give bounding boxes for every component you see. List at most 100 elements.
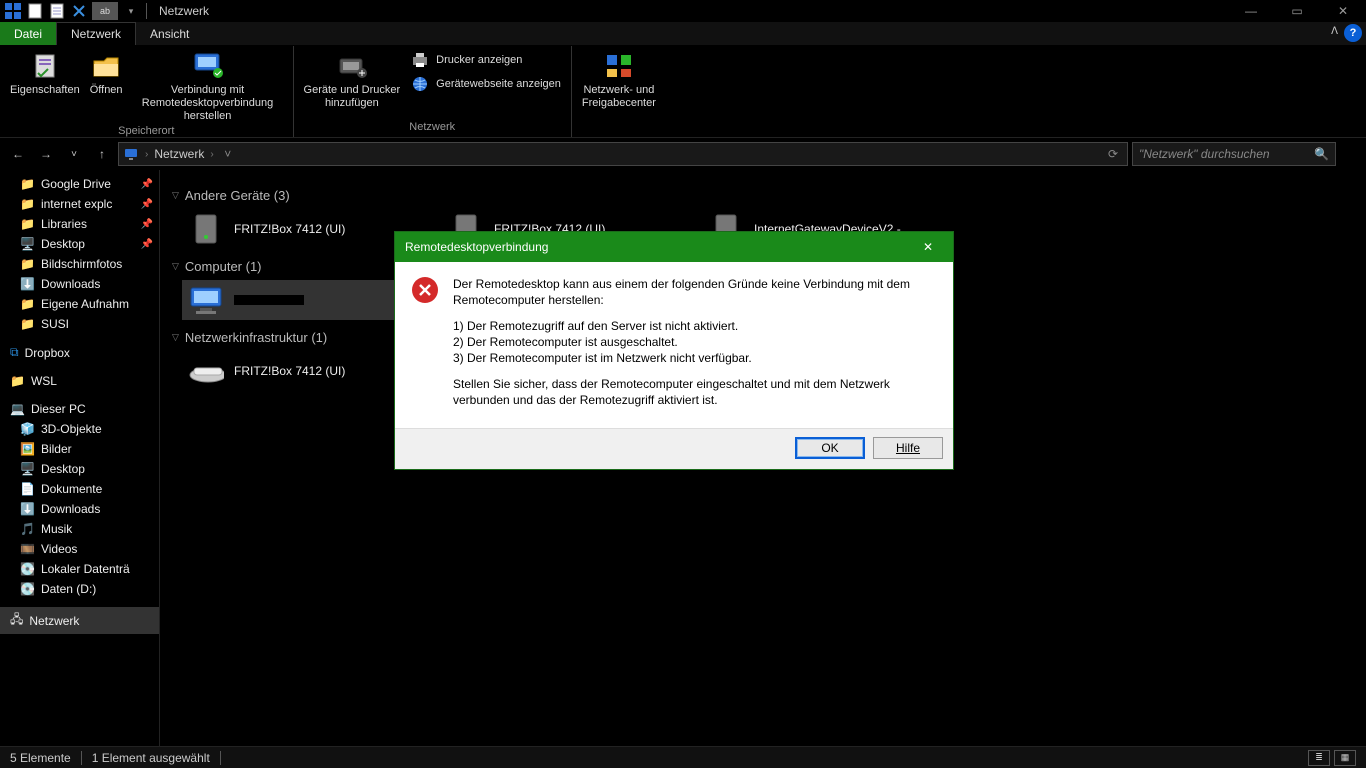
tree-desktop[interactable]: 🖥️Desktop [0, 459, 159, 479]
tree-downloads[interactable]: ⬇️Downloads [0, 499, 159, 519]
tree-videos[interactable]: 🎞️Videos [0, 539, 159, 559]
tree-lokaler-disk[interactable]: 💽Lokaler Datenträ [0, 559, 159, 579]
navigation-tree[interactable]: 📁Google Drive📌 📁internet explc📌 📁Librari… [0, 170, 160, 746]
refresh-button[interactable]: ⟳ [1103, 147, 1123, 161]
help-button[interactable]: ? [1344, 24, 1362, 42]
tree-wsl[interactable]: 📁WSL [0, 371, 159, 391]
group-location-label: Speicherort [118, 123, 174, 141]
folder-icon: 📁 [20, 317, 35, 331]
pin-icon: 📌 [141, 199, 153, 210]
collapse-ribbon-button[interactable]: ᐱ [1331, 26, 1338, 37]
tree-dokumente[interactable]: 📄Dokumente [0, 479, 159, 499]
separator [220, 751, 221, 765]
help-button[interactable]: Hilfe [873, 437, 943, 459]
quick-access-toolbar: ab ▾ [4, 2, 140, 20]
videos-icon: 🎞️ [20, 542, 35, 556]
tab-view[interactable]: Ansicht [136, 22, 203, 45]
pin-icon: 📌 [141, 239, 153, 250]
search-input[interactable]: "Netzwerk" durchsuchen 🔍 [1132, 142, 1336, 166]
dialog-titlebar: Remotedesktopverbindung ✕ [395, 232, 953, 262]
folder-icon: 📁 [20, 217, 35, 231]
status-selected-count: 1 Element ausgewählt [92, 751, 210, 765]
up-button[interactable]: ↑ [90, 142, 114, 166]
tree-musik[interactable]: 🎵Musik [0, 519, 159, 539]
tree-dropbox[interactable]: ⧉Dropbox [0, 342, 159, 363]
tree-3d-objekte[interactable]: 🧊3D-Objekte [0, 419, 159, 439]
sharing-center-button[interactable]: Netzwerk- und Freigabecenter [582, 50, 656, 110]
ok-button[interactable]: OK [795, 437, 865, 459]
qat-rename-icon[interactable]: ab [92, 2, 118, 20]
search-icon: 🔍 [1314, 147, 1329, 161]
separator [81, 751, 82, 765]
device-label: FRITZ!Box 7412 (UI) [234, 222, 345, 236]
close-button[interactable]: ✕ [1320, 0, 1366, 22]
ribbon: Eigenschaften Öffnen Verbindung mit Remo… [0, 46, 1366, 138]
add-devices-icon [336, 50, 368, 82]
tree-libraries[interactable]: 📁Libraries📌 [0, 214, 159, 234]
disk-icon: 💽 [20, 562, 35, 576]
qat-new-icon[interactable] [48, 2, 66, 20]
tree-desktop-pinned[interactable]: 🖥️Desktop📌 [0, 234, 159, 254]
tree-eigene-aufnahm[interactable]: 📁Eigene Aufnahm [0, 294, 159, 314]
folder-icon: 📁 [20, 297, 35, 311]
recent-dropdown[interactable]: ˅ [62, 142, 86, 166]
music-icon: 🎵 [20, 522, 35, 536]
minimize-button[interactable]: — [1228, 0, 1274, 22]
sharing-center-icon [603, 50, 635, 82]
address-bar[interactable]: › Netzwerk › ˅ ⟳ [118, 142, 1128, 166]
downloads-icon: ⬇️ [20, 277, 35, 291]
add-devices-label: Geräte und Drucker hinzufügen [304, 84, 401, 110]
tree-internet-explc[interactable]: 📁internet explc📌 [0, 194, 159, 214]
group-sharing-label [617, 119, 620, 137]
show-printers-label: Drucker anzeigen [436, 54, 522, 66]
window-controls: — ▭ ✕ [1228, 0, 1366, 22]
downloads-icon: ⬇️ [20, 502, 35, 516]
separator [146, 3, 147, 19]
dialog-message: Der Remotedesktop kann aus einem der fol… [453, 276, 937, 418]
dropbox-icon: ⧉ [10, 345, 19, 360]
network-icon [123, 146, 139, 162]
qat-properties-icon[interactable] [26, 2, 44, 20]
ribbon-group-sharing: Netzwerk- und Freigabecenter [572, 46, 666, 137]
maximize-button[interactable]: ▭ [1274, 0, 1320, 22]
router-fritzbox[interactable]: FRITZ!Box 7412 (UI) [182, 351, 422, 391]
dialog-close-button[interactable]: ✕ [913, 232, 943, 262]
tree-bildschirmfotos[interactable]: 📁Bildschirmfotos [0, 254, 159, 274]
back-button[interactable]: ← [6, 142, 30, 166]
tab-file[interactable]: Datei [0, 22, 56, 45]
group-network-label: Netzwerk [409, 119, 455, 137]
network-icon: 🖧 [10, 610, 23, 631]
tree-downloads-pinned[interactable]: ⬇️Downloads [0, 274, 159, 294]
show-device-web-button[interactable]: Gerätewebseite anzeigen [410, 74, 561, 94]
address-dropdown[interactable]: ˅ [220, 147, 236, 161]
printer-icon [410, 50, 430, 70]
device-icon [188, 211, 224, 247]
navigation-bar: ← → ˅ ↑ › Netzwerk › ˅ ⟳ "Netzwerk" durc… [0, 138, 1366, 170]
device-fritzbox-1[interactable]: FRITZ!Box 7412 (UI) [182, 209, 422, 249]
icons-view-button[interactable]: ▦ [1334, 750, 1356, 766]
pictures-icon: 🖼️ [20, 442, 35, 456]
properties-button[interactable]: Eigenschaften [10, 50, 80, 97]
tree-this-pc[interactable]: 💻Dieser PC [0, 399, 159, 419]
group-other-devices-header[interactable]: ▽Andere Geräte (3) [172, 188, 1354, 203]
tree-google-drive[interactable]: 📁Google Drive📌 [0, 174, 159, 194]
tab-network[interactable]: Netzwerk [56, 22, 136, 45]
qat-close-icon[interactable] [70, 2, 88, 20]
forward-button[interactable]: → [34, 142, 58, 166]
tree-bilder[interactable]: 🖼️Bilder [0, 439, 159, 459]
details-view-button[interactable]: ≣ [1308, 750, 1330, 766]
add-devices-button[interactable]: Geräte und Drucker hinzufügen [304, 50, 401, 110]
tree-susi[interactable]: 📁SUSI [0, 314, 159, 334]
tree-daten-d[interactable]: 💽Daten (D:) [0, 579, 159, 599]
remote-desktop-label: Verbindung mit Remotedesktopverbindung h… [133, 84, 283, 123]
status-bar: 5 Elemente 1 Element ausgewählt ≣ ▦ [0, 746, 1366, 768]
breadcrumb-network[interactable]: Netzwerk [154, 147, 204, 161]
open-button[interactable]: Öffnen [90, 50, 123, 97]
pin-icon: 📌 [141, 179, 153, 190]
computer-item-selected[interactable] [182, 280, 422, 320]
tree-netzwerk[interactable]: 🖧Netzwerk [0, 607, 159, 634]
show-printers-button[interactable]: Drucker anzeigen [410, 50, 522, 70]
qat-dropdown-icon[interactable]: ▾ [122, 2, 140, 20]
remote-desktop-button[interactable]: Verbindung mit Remotedesktopverbindung h… [133, 50, 283, 123]
title-bar: ab ▾ Netzwerk — ▭ ✕ [0, 0, 1366, 22]
